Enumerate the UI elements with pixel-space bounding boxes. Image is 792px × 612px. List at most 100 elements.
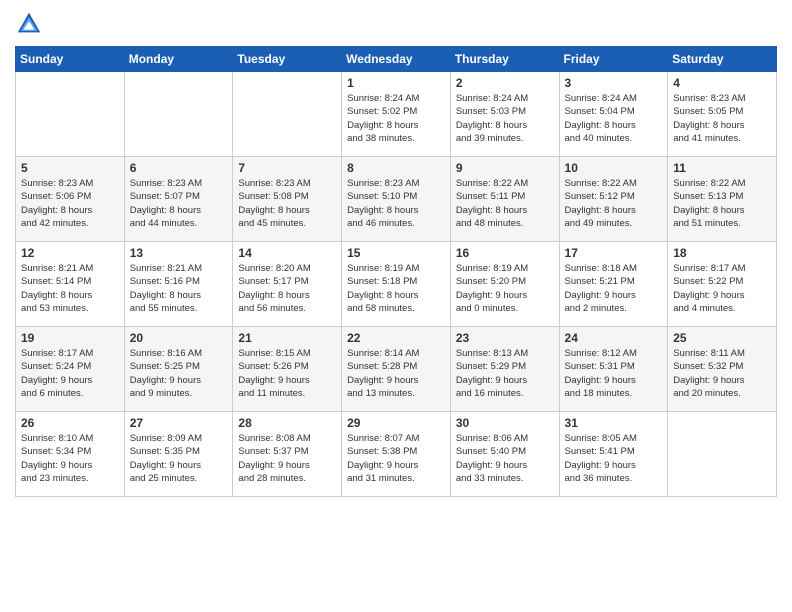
day-number: 2: [456, 76, 554, 90]
day-info: Sunrise: 8:19 AMSunset: 5:20 PMDaylight:…: [456, 262, 554, 315]
logo-icon: [15, 10, 43, 38]
calendar-day-9: 9 Sunrise: 8:22 AMSunset: 5:11 PMDaylight…: [450, 157, 559, 242]
day-number: 5: [21, 161, 119, 175]
calendar-empty-cell: [124, 72, 233, 157]
calendar-week-3: 12 Sunrise: 8:21 AMSunset: 5:14 PMDayligh…: [16, 242, 777, 327]
day-number: 3: [565, 76, 663, 90]
day-number: 27: [130, 416, 228, 430]
day-info: Sunrise: 8:22 AMSunset: 5:12 PMDaylight:…: [565, 177, 663, 230]
calendar-empty-cell: [668, 412, 777, 497]
calendar-weekday-tuesday: Tuesday: [233, 47, 342, 72]
day-number: 25: [673, 331, 771, 345]
day-info: Sunrise: 8:11 AMSunset: 5:32 PMDaylight:…: [673, 347, 771, 400]
day-info: Sunrise: 8:22 AMSunset: 5:11 PMDaylight:…: [456, 177, 554, 230]
calendar-empty-cell: [233, 72, 342, 157]
calendar-day-13: 13Sunrise: 8:21 AMSunset: 5:16 PMDayligh…: [124, 242, 233, 327]
day-number: 1: [347, 76, 445, 90]
day-number: 15: [347, 246, 445, 260]
day-number: 9: [456, 161, 554, 175]
calendar-day-5: 5 Sunrise: 8:23 AMSunset: 5:06 PMDaylight…: [16, 157, 125, 242]
day-info: Sunrise: 8:21 AMSunset: 5:14 PMDaylight:…: [21, 262, 119, 315]
day-number: 24: [565, 331, 663, 345]
calendar-weekday-thursday: Thursday: [450, 47, 559, 72]
calendar-day-12: 12 Sunrise: 8:21 AMSunset: 5:14 PMDayligh…: [16, 242, 125, 327]
calendar-day-7: 7 Sunrise: 8:23 AMSunset: 5:08 PMDaylight…: [233, 157, 342, 242]
day-info: Sunrise: 8:20 AMSunset: 5:17 PMDaylight:…: [238, 262, 336, 315]
day-number: 20: [130, 331, 228, 345]
calendar-day-26: 26 Sunrise: 8:10 AMSunset: 5:34 PMDayligh…: [16, 412, 125, 497]
day-info: Sunrise: 8:18 AMSunset: 5:21 PMDaylight:…: [565, 262, 663, 315]
calendar-day-31: 31 Sunrise: 8:05 AMSunset: 5:41 PMDayligh…: [559, 412, 668, 497]
day-number: 19: [21, 331, 119, 345]
day-number: 29: [347, 416, 445, 430]
calendar-weekday-wednesday: Wednesday: [342, 47, 451, 72]
day-number: 13: [130, 246, 228, 260]
day-info: Sunrise: 8:19 AMSunset: 5:18 PMDaylight:…: [347, 262, 445, 315]
day-info: Sunrise: 8:13 AMSunset: 5:29 PMDaylight:…: [456, 347, 554, 400]
day-info: Sunrise: 8:09 AMSunset: 5:35 PMDaylight:…: [130, 432, 228, 485]
calendar-day-18: 18Sunrise: 8:17 AMSunset: 5:22 PMDayligh…: [668, 242, 777, 327]
day-number: 23: [456, 331, 554, 345]
day-info: Sunrise: 8:08 AMSunset: 5:37 PMDaylight:…: [238, 432, 336, 485]
calendar-weekday-sunday: Sunday: [16, 47, 125, 72]
calendar-weekday-friday: Friday: [559, 47, 668, 72]
day-number: 31: [565, 416, 663, 430]
day-number: 18: [673, 246, 771, 260]
day-info: Sunrise: 8:17 AMSunset: 5:24 PMDaylight:…: [21, 347, 119, 400]
calendar-day-25: 25 Sunrise: 8:11 AMSunset: 5:32 PMDayligh…: [668, 327, 777, 412]
day-info: Sunrise: 8:23 AMSunset: 5:10 PMDaylight:…: [347, 177, 445, 230]
day-number: 17: [565, 246, 663, 260]
day-number: 30: [456, 416, 554, 430]
calendar-day-11: 11Sunrise: 8:22 AMSunset: 5:13 PMDayligh…: [668, 157, 777, 242]
day-info: Sunrise: 8:23 AMSunset: 5:08 PMDaylight:…: [238, 177, 336, 230]
page: SundayMondayTuesdayWednesdayThursdayFrid…: [0, 0, 792, 612]
day-info: Sunrise: 8:23 AMSunset: 5:05 PMDaylight:…: [673, 92, 771, 145]
day-info: Sunrise: 8:23 AMSunset: 5:06 PMDaylight:…: [21, 177, 119, 230]
calendar-table: SundayMondayTuesdayWednesdayThursdayFrid…: [15, 46, 777, 497]
calendar-week-1: 1 Sunrise: 8:24 AMSunset: 5:02 PMDaylight…: [16, 72, 777, 157]
calendar-empty-cell: [16, 72, 125, 157]
calendar-day-23: 23 Sunrise: 8:13 AMSunset: 5:29 PMDayligh…: [450, 327, 559, 412]
day-info: Sunrise: 8:24 AMSunset: 5:04 PMDaylight:…: [565, 92, 663, 145]
day-number: 14: [238, 246, 336, 260]
day-info: Sunrise: 8:10 AMSunset: 5:34 PMDaylight:…: [21, 432, 119, 485]
calendar-day-28: 28 Sunrise: 8:08 AMSunset: 5:37 PMDayligh…: [233, 412, 342, 497]
day-info: Sunrise: 8:23 AMSunset: 5:07 PMDaylight:…: [130, 177, 228, 230]
day-number: 10: [565, 161, 663, 175]
calendar-header-row: SundayMondayTuesdayWednesdayThursdayFrid…: [16, 47, 777, 72]
calendar-day-6: 6Sunrise: 8:23 AMSunset: 5:07 PMDaylight…: [124, 157, 233, 242]
day-info: Sunrise: 8:16 AMSunset: 5:25 PMDaylight:…: [130, 347, 228, 400]
day-info: Sunrise: 8:12 AMSunset: 5:31 PMDaylight:…: [565, 347, 663, 400]
day-info: Sunrise: 8:24 AMSunset: 5:03 PMDaylight:…: [456, 92, 554, 145]
day-number: 12: [21, 246, 119, 260]
calendar-day-24: 24 Sunrise: 8:12 AMSunset: 5:31 PMDayligh…: [559, 327, 668, 412]
calendar-day-15: 15 Sunrise: 8:19 AMSunset: 5:18 PMDayligh…: [342, 242, 451, 327]
calendar-week-2: 5 Sunrise: 8:23 AMSunset: 5:06 PMDaylight…: [16, 157, 777, 242]
day-info: Sunrise: 8:06 AMSunset: 5:40 PMDaylight:…: [456, 432, 554, 485]
calendar-day-10: 10 Sunrise: 8:22 AMSunset: 5:12 PMDayligh…: [559, 157, 668, 242]
day-info: Sunrise: 8:05 AMSunset: 5:41 PMDaylight:…: [565, 432, 663, 485]
calendar-day-21: 21Sunrise: 8:15 AMSunset: 5:26 PMDayligh…: [233, 327, 342, 412]
calendar-day-1: 1 Sunrise: 8:24 AMSunset: 5:02 PMDaylight…: [342, 72, 451, 157]
day-number: 7: [238, 161, 336, 175]
calendar-day-22: 22 Sunrise: 8:14 AMSunset: 5:28 PMDayligh…: [342, 327, 451, 412]
day-number: 22: [347, 331, 445, 345]
calendar-day-8: 8 Sunrise: 8:23 AMSunset: 5:10 PMDaylight…: [342, 157, 451, 242]
calendar-day-4: 4 Sunrise: 8:23 AMSunset: 5:05 PMDaylight…: [668, 72, 777, 157]
calendar-week-4: 19 Sunrise: 8:17 AMSunset: 5:24 PMDayligh…: [16, 327, 777, 412]
calendar-day-2: 2 Sunrise: 8:24 AMSunset: 5:03 PMDaylight…: [450, 72, 559, 157]
day-info: Sunrise: 8:24 AMSunset: 5:02 PMDaylight:…: [347, 92, 445, 145]
day-number: 16: [456, 246, 554, 260]
calendar-day-19: 19 Sunrise: 8:17 AMSunset: 5:24 PMDayligh…: [16, 327, 125, 412]
day-number: 4: [673, 76, 771, 90]
calendar-day-16: 16 Sunrise: 8:19 AMSunset: 5:20 PMDayligh…: [450, 242, 559, 327]
day-number: 28: [238, 416, 336, 430]
logo: [15, 10, 47, 38]
day-info: Sunrise: 8:14 AMSunset: 5:28 PMDaylight:…: [347, 347, 445, 400]
calendar-day-27: 27 Sunrise: 8:09 AMSunset: 5:35 PMDayligh…: [124, 412, 233, 497]
day-number: 8: [347, 161, 445, 175]
calendar-day-29: 29Sunrise: 8:07 AMSunset: 5:38 PMDayligh…: [342, 412, 451, 497]
calendar-day-30: 30 Sunrise: 8:06 AMSunset: 5:40 PMDayligh…: [450, 412, 559, 497]
day-number: 11: [673, 161, 771, 175]
day-number: 26: [21, 416, 119, 430]
